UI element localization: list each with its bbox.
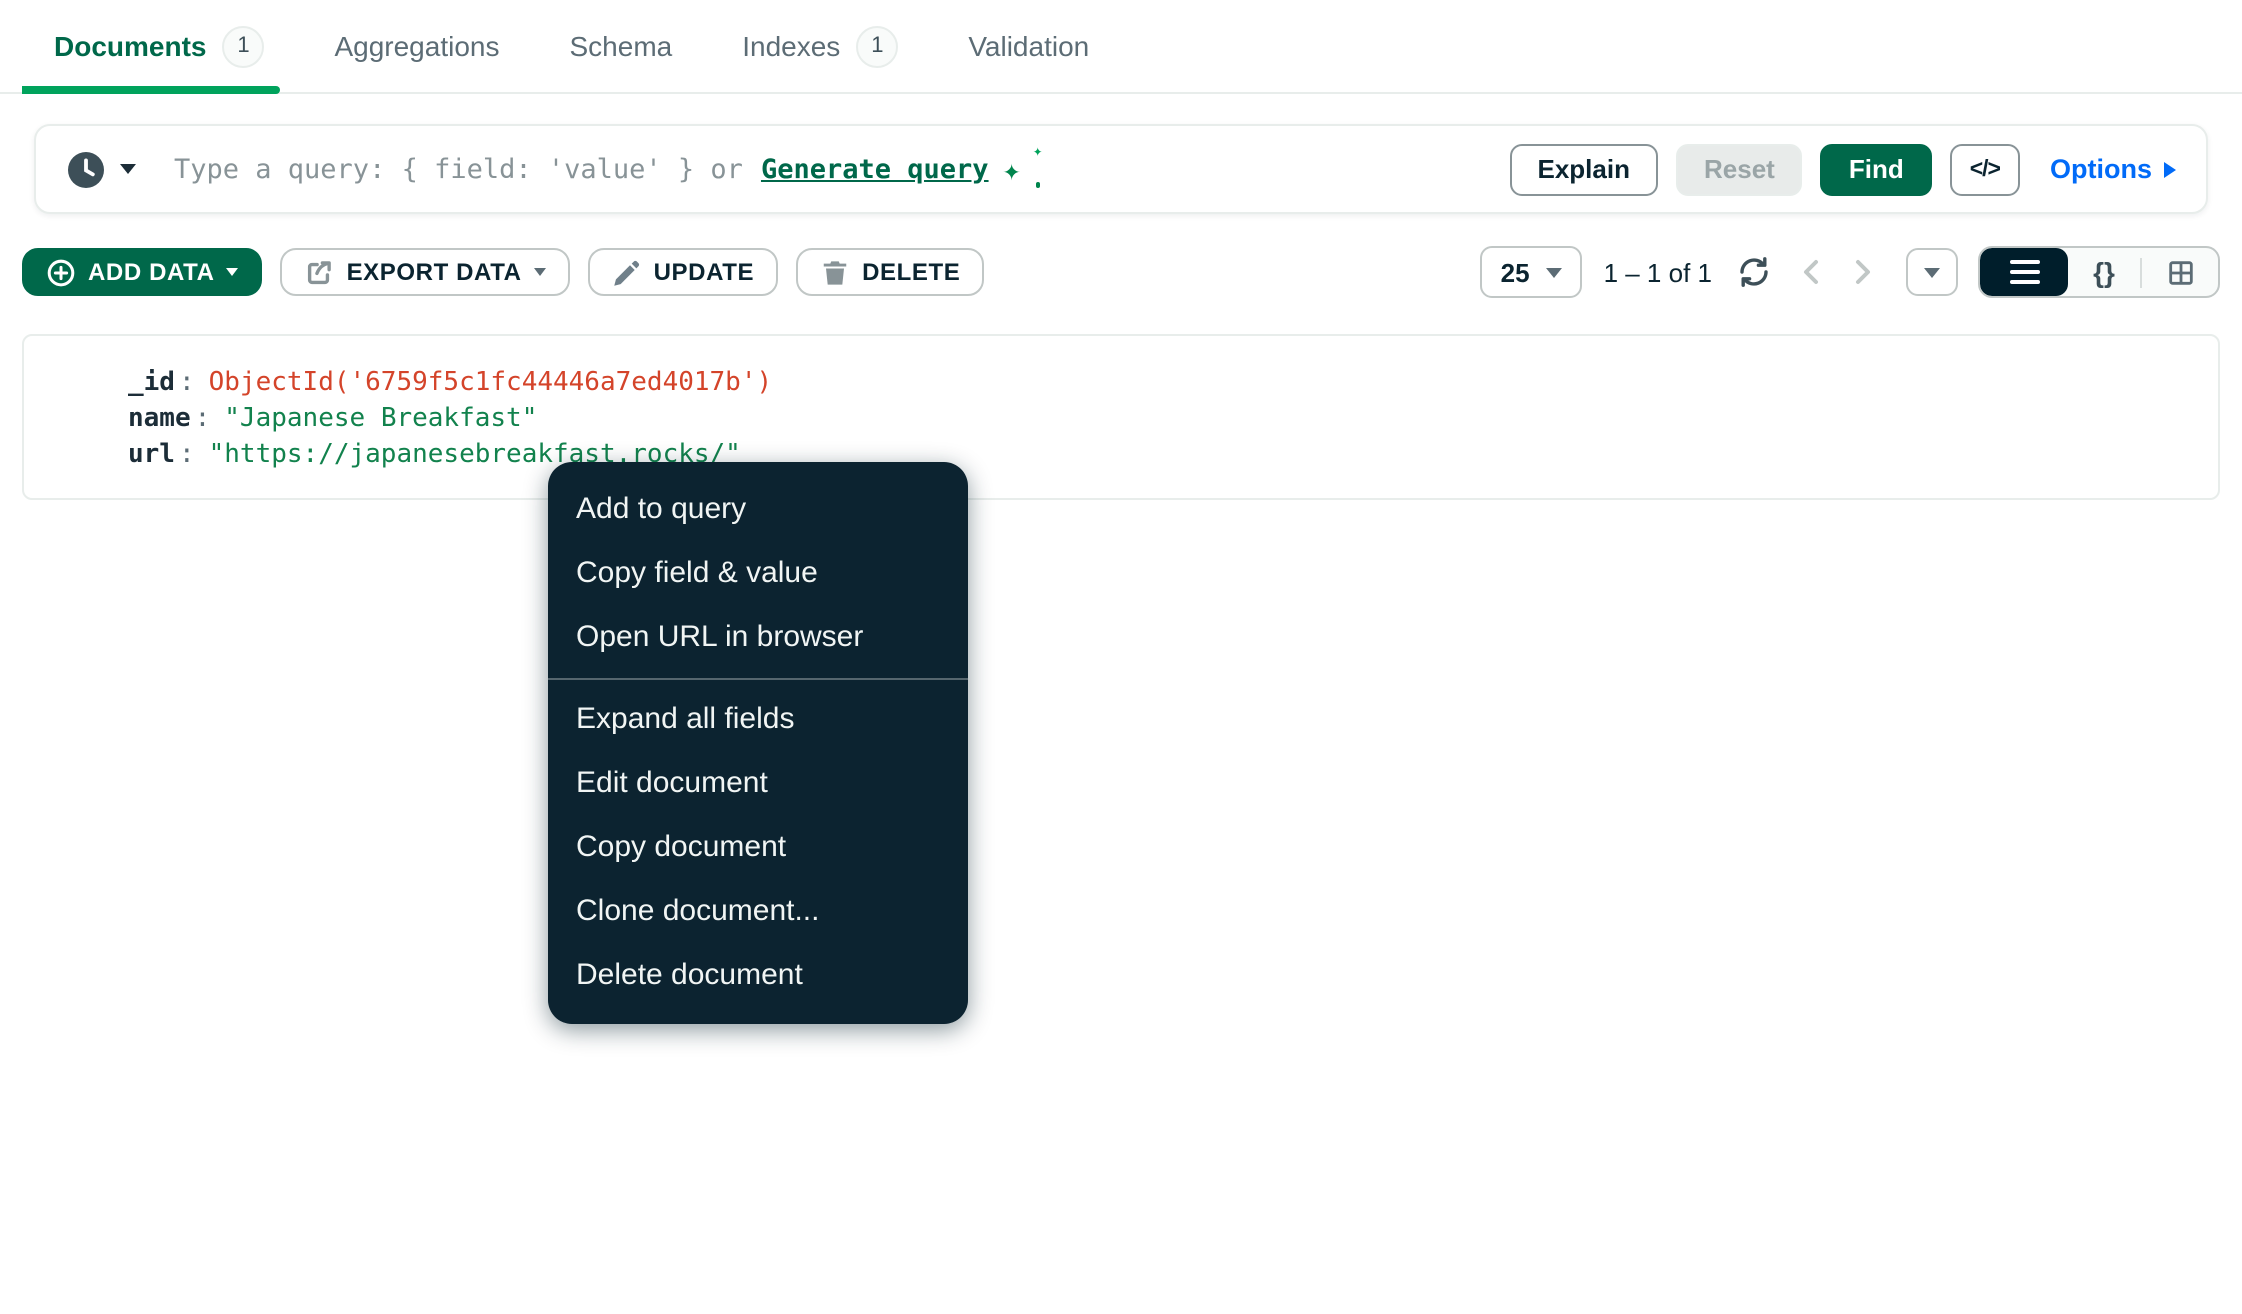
- list-view-button[interactable]: [1980, 248, 2068, 296]
- field-key: url: [128, 440, 175, 470]
- export-icon: [305, 257, 335, 287]
- braces-icon: {}: [2093, 256, 2115, 288]
- tab-indexes-label: Indexes: [742, 30, 841, 62]
- field-key: _id: [128, 368, 175, 398]
- menu-item-open-url[interactable]: Open URL in browser: [548, 606, 968, 670]
- export-to-language-button[interactable]: </>: [1949, 143, 2020, 195]
- expand-collapse-dropdown[interactable]: [1906, 248, 1958, 296]
- field-value: ObjectId('6759f5c1fc44446a7ed4017b'): [208, 368, 773, 398]
- plus-circle-icon: [46, 257, 76, 287]
- options-toggle[interactable]: Options: [2050, 154, 2176, 184]
- reset-button[interactable]: Reset: [1676, 143, 1803, 195]
- menu-item-edit-document[interactable]: Edit document: [548, 752, 968, 816]
- tab-validation[interactable]: Validation: [968, 30, 1089, 62]
- tab-validation-label: Validation: [968, 30, 1090, 62]
- query-bar: Type a query: { field: 'value' } or Gener…: [34, 124, 2208, 214]
- export-data-label: EXPORT DATA: [346, 258, 522, 286]
- menu-item-clone-document[interactable]: Clone document...: [548, 880, 968, 944]
- find-button[interactable]: Find: [1820, 143, 1932, 195]
- table-view-button[interactable]: [2142, 248, 2218, 296]
- query-history-button[interactable]: [66, 149, 136, 189]
- chevron-down-icon: [226, 268, 239, 276]
- tab-schema-label: Schema: [569, 30, 673, 62]
- tab-documents-count-badge: 1: [222, 25, 265, 67]
- explain-button[interactable]: Explain: [1509, 143, 1658, 195]
- delete-label: DELETE: [862, 258, 961, 286]
- update-label: UPDATE: [653, 258, 755, 286]
- result-range-label: 1 – 1 of 1: [1603, 257, 1712, 287]
- json-view-button[interactable]: {}: [2068, 248, 2140, 296]
- delete-button[interactable]: DELETE: [796, 248, 985, 296]
- options-label: Options: [2050, 154, 2152, 184]
- document-field-name[interactable]: name: "Japanese Breakfast": [128, 402, 2218, 438]
- query-placeholder-text: Type a query: { field: 'value' } or: [174, 153, 743, 185]
- clock-icon: [66, 149, 106, 189]
- context-menu: Add to query Copy field & value Open URL…: [548, 462, 968, 1024]
- page-size-select[interactable]: 25: [1480, 246, 1582, 298]
- add-data-label: ADD DATA: [88, 258, 215, 286]
- field-value: "Japanese Breakfast": [224, 404, 538, 434]
- list-view-icon: [2009, 259, 2039, 285]
- pagination-controls: 25 1 – 1 of 1 {}: [1480, 246, 2220, 298]
- menu-item-copy-field-value[interactable]: Copy field & value: [548, 542, 968, 606]
- chevron-left-icon: [1796, 256, 1828, 288]
- generate-query-link[interactable]: Generate query: [761, 153, 989, 185]
- chevron-down-icon: [1545, 267, 1562, 277]
- prev-page-button[interactable]: [1796, 256, 1828, 288]
- tab-schema[interactable]: Schema: [570, 30, 673, 62]
- chevron-right-icon: [1846, 256, 1878, 288]
- tab-documents[interactable]: Documents 1: [54, 25, 265, 67]
- compass-collection-view: Documents 1 Aggregations Schema Indexes …: [0, 0, 2242, 1314]
- refresh-icon: [1736, 254, 1772, 290]
- next-page-button[interactable]: [1846, 256, 1878, 288]
- page-nav: [1796, 256, 1878, 288]
- tab-documents-label: Documents: [54, 30, 207, 62]
- trash-icon: [820, 257, 850, 287]
- menu-divider: [548, 678, 968, 680]
- add-data-button[interactable]: ADD DATA: [22, 248, 263, 296]
- active-tab-underline: [22, 86, 280, 94]
- code-icon: </>: [1969, 157, 2001, 181]
- chevron-down-icon: [1924, 267, 1940, 277]
- field-separator: :: [178, 440, 195, 470]
- document-field-url[interactable]: url: "https://japanesebreakfast.rocks/": [128, 438, 2218, 474]
- field-key: name: [128, 404, 191, 434]
- menu-item-add-to-query[interactable]: Add to query: [548, 478, 968, 542]
- document-field-id[interactable]: _id: ObjectId('6759f5c1fc44446a7ed4017b'): [128, 366, 2218, 402]
- menu-item-delete-document[interactable]: Delete document: [548, 944, 968, 1008]
- query-input[interactable]: Type a query: { field: 'value' } or Gener…: [174, 141, 1043, 187]
- table-grid-icon: [2165, 257, 2195, 287]
- document-card[interactable]: _id: ObjectId('6759f5c1fc44446a7ed4017b')…: [22, 334, 2220, 500]
- menu-item-expand-all-fields[interactable]: Expand all fields: [548, 688, 968, 752]
- page-size-value: 25: [1500, 257, 1530, 287]
- tab-indexes[interactable]: Indexes 1: [742, 25, 899, 67]
- chevron-down-icon: [120, 164, 136, 174]
- field-separator: :: [194, 404, 211, 434]
- triangle-right-icon: [2164, 161, 2176, 177]
- field-separator: :: [178, 368, 195, 398]
- tab-aggregations[interactable]: Aggregations: [334, 30, 499, 62]
- query-bar-buttons: Explain Reset Find </> Options: [1509, 143, 2176, 195]
- pencil-icon: [612, 257, 642, 287]
- tab-indexes-count-badge: 1: [856, 25, 899, 67]
- view-switcher: {}: [1978, 246, 2220, 298]
- chevron-down-icon: [533, 268, 546, 276]
- collection-tabbar: Documents 1 Aggregations Schema Indexes …: [0, 0, 2242, 94]
- export-data-button[interactable]: EXPORT DATA: [280, 248, 570, 296]
- tab-aggregations-label: Aggregations: [334, 30, 500, 62]
- documents-toolbar: ADD DATA EXPORT DATA UPDATE DELETE 25 1 …: [22, 246, 2220, 298]
- refresh-button[interactable]: [1736, 254, 1772, 290]
- sparkle-icon: ✦ ✦: [1002, 141, 1043, 187]
- menu-item-copy-document[interactable]: Copy document: [548, 816, 968, 880]
- update-button[interactable]: UPDATE: [587, 248, 779, 296]
